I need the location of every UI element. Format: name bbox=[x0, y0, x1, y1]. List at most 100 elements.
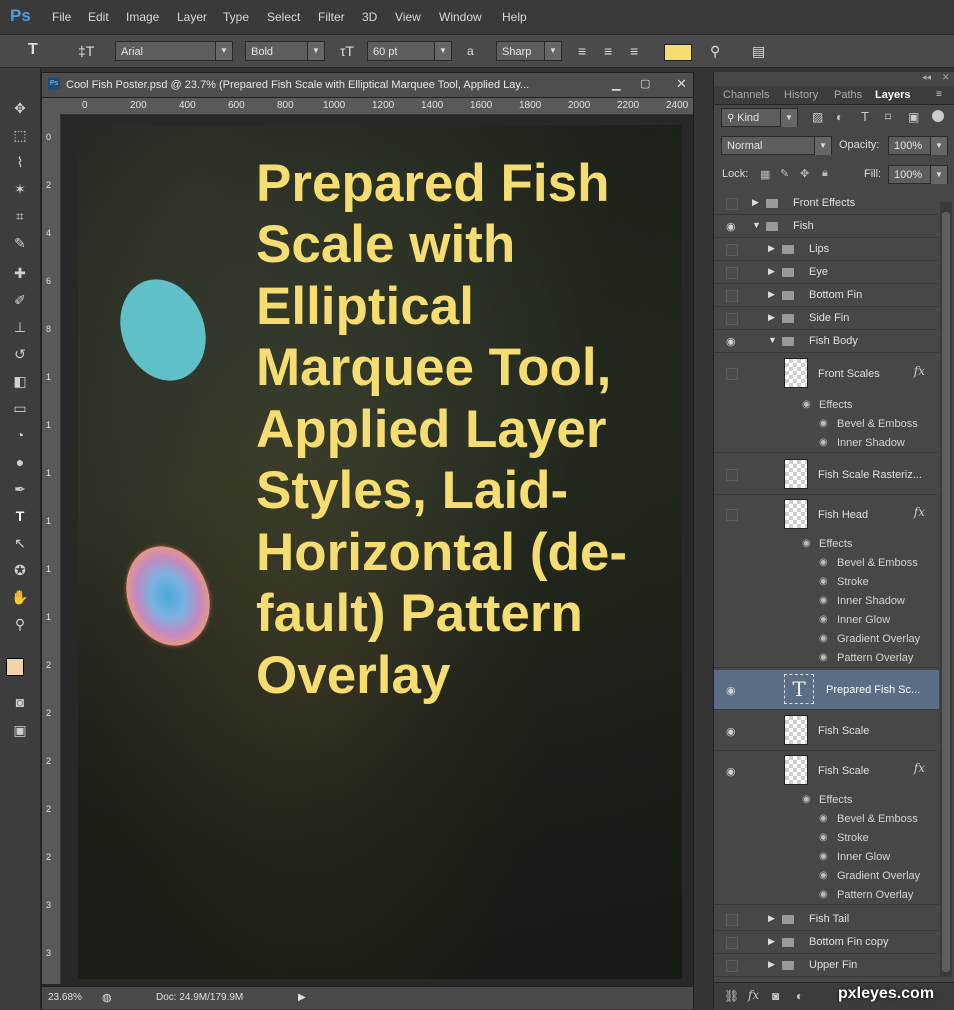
pixel-filter-icon[interactable]: ▨ bbox=[812, 110, 823, 124]
layer-row[interactable]: ▶ Eye bbox=[714, 261, 939, 284]
menu-3d[interactable]: 3D bbox=[362, 10, 377, 24]
effect-row[interactable]: ◉ Stroke bbox=[714, 829, 939, 848]
tab-layers[interactable]: Layers bbox=[875, 89, 910, 101]
eye-icon[interactable]: ◉ bbox=[802, 399, 811, 410]
warp-text-icon[interactable]: ⚲ bbox=[710, 43, 720, 60]
move-tool-icon[interactable]: ✥ bbox=[10, 98, 30, 118]
smart-object-filter-icon[interactable]: ▣ bbox=[908, 110, 919, 124]
canvas[interactable]: Prepared Fish Scale with Elliptical Marq… bbox=[78, 125, 682, 979]
layers-scrollbar-thumb[interactable] bbox=[942, 212, 950, 972]
eye-icon[interactable]: ◉ bbox=[802, 794, 811, 805]
layer-row[interactable]: ▶ Front Effects bbox=[714, 192, 939, 215]
crop-tool-icon[interactable]: ⌗ bbox=[10, 206, 30, 226]
visibility-toggle-off[interactable] bbox=[726, 368, 738, 380]
add-style-icon[interactable]: fx bbox=[748, 988, 759, 1002]
healing-brush-icon[interactable]: ✚ bbox=[10, 263, 30, 283]
close-panel-icon[interactable]: ✕ bbox=[942, 72, 950, 83]
filter-toggle-icon[interactable] bbox=[932, 110, 944, 122]
minimize-icon[interactable]: ▁ bbox=[612, 78, 620, 91]
pen-tool-icon[interactable]: ✒ bbox=[10, 479, 30, 499]
layer-row[interactable]: ◉ ▼ Fish Body bbox=[714, 330, 939, 353]
eye-icon[interactable]: ◉ bbox=[726, 725, 736, 738]
effect-row[interactable]: ◉ Bevel & Emboss bbox=[714, 810, 939, 829]
zoom-level[interactable]: 23.68% bbox=[48, 992, 82, 1003]
antialias-select[interactable]: Sharp ▼ bbox=[496, 41, 562, 61]
visibility-toggle-off[interactable] bbox=[726, 290, 738, 302]
eye-icon[interactable]: ◉ bbox=[819, 889, 828, 900]
expand-arrow-icon[interactable]: ▶ bbox=[752, 197, 759, 208]
fx-icon[interactable]: fx bbox=[914, 761, 925, 775]
effect-row[interactable]: ◉ Inner Glow bbox=[714, 848, 939, 867]
eye-icon[interactable]: ◉ bbox=[819, 652, 828, 663]
font-size-select[interactable]: 60 pt ▼ bbox=[367, 41, 452, 61]
layer-row-selected[interactable]: ◉ T Prepared Fish Sc... bbox=[714, 670, 939, 710]
layer-row[interactable]: ▶ Fish Tail bbox=[714, 908, 939, 931]
eraser-icon[interactable]: ◧ bbox=[10, 371, 30, 391]
character-panel-icon[interactable]: ▤ bbox=[752, 43, 765, 60]
collapse-arrow-icon[interactable]: ▼ bbox=[752, 220, 761, 230]
expand-arrow-icon[interactable]: ▶ bbox=[768, 913, 775, 924]
eye-icon[interactable]: ◉ bbox=[819, 595, 828, 606]
marquee-tool-icon[interactable]: ⬚ bbox=[10, 125, 30, 145]
eye-icon[interactable]: ◉ bbox=[819, 813, 828, 824]
eye-icon[interactable]: ◉ bbox=[726, 335, 736, 348]
shape-filter-icon[interactable]: ⌑ bbox=[885, 110, 891, 124]
panel-menu-icon[interactable]: ≡ bbox=[936, 89, 942, 100]
brush-tool-icon[interactable]: ✐ bbox=[10, 290, 30, 310]
effects-row[interactable]: ◉ Effects bbox=[714, 535, 939, 554]
eye-icon[interactable]: ◉ bbox=[819, 576, 828, 587]
menu-image[interactable]: Image bbox=[126, 10, 159, 24]
restore-icon[interactable]: ▢ bbox=[640, 77, 650, 90]
shape-tool-icon[interactable]: ✪ bbox=[10, 560, 30, 580]
fx-icon[interactable]: fx bbox=[914, 364, 925, 378]
visibility-toggle-off[interactable] bbox=[726, 469, 738, 481]
magic-wand-icon[interactable]: ✶ bbox=[10, 179, 30, 199]
menu-view[interactable]: View bbox=[395, 10, 421, 24]
status-menu-icon[interactable]: ◍ bbox=[102, 991, 112, 1004]
menu-type[interactable]: Type bbox=[223, 10, 249, 24]
layer-row[interactable]: Front Scales fx bbox=[714, 354, 939, 394]
text-orientation-icon[interactable]: ‡T bbox=[78, 43, 94, 59]
layer-row[interactable]: ◉ ▼ Fish bbox=[714, 215, 939, 238]
effect-row[interactable]: ◉ Pattern Overlay bbox=[714, 886, 939, 905]
expand-arrow-icon[interactable]: ▶ bbox=[768, 243, 775, 254]
collapse-arrow-icon[interactable]: ▼ bbox=[768, 335, 777, 345]
layer-row[interactable]: Fish Head fx bbox=[714, 495, 939, 535]
lasso-tool-icon[interactable]: ⌇ bbox=[10, 152, 30, 172]
visibility-toggle-off[interactable] bbox=[726, 914, 738, 926]
layer-row[interactable]: ▶ Upper Fin bbox=[714, 954, 939, 977]
expand-arrow-icon[interactable]: ▶ bbox=[768, 959, 775, 970]
zoom-tool-icon[interactable]: ⚲ bbox=[10, 614, 30, 634]
align-right-icon[interactable]: ≡ bbox=[630, 43, 638, 59]
layer-row[interactable]: ◉ Fish Scale bbox=[714, 711, 939, 751]
close-icon[interactable]: ✕ bbox=[676, 76, 687, 92]
hand-tool-icon[interactable]: ✋ bbox=[10, 587, 30, 607]
history-brush-icon[interactable]: ↺ bbox=[10, 344, 30, 364]
expand-arrow-icon[interactable]: ▶ bbox=[768, 936, 775, 947]
eye-icon[interactable]: ◉ bbox=[726, 765, 736, 778]
visibility-toggle-off[interactable] bbox=[726, 244, 738, 256]
menu-select[interactable]: Select bbox=[267, 10, 300, 24]
opacity-field[interactable]: 100% ▼ bbox=[888, 136, 948, 155]
visibility-toggle-off[interactable] bbox=[726, 509, 738, 521]
effect-row[interactable]: ◉ Gradient Overlay bbox=[714, 867, 939, 886]
eye-icon[interactable]: ◉ bbox=[819, 832, 828, 843]
expand-arrow-icon[interactable]: ▶ bbox=[768, 312, 775, 323]
menu-edit[interactable]: Edit bbox=[88, 10, 109, 24]
fill-field[interactable]: 100% ▼ bbox=[888, 165, 948, 184]
visibility-toggle-off[interactable] bbox=[726, 313, 738, 325]
collapse-panel-icon[interactable]: ◂◂ bbox=[922, 72, 931, 83]
effect-row[interactable]: ◉ Inner Shadow bbox=[714, 434, 939, 453]
tab-channels[interactable]: Channels bbox=[723, 89, 769, 101]
screen-mode-icon[interactable]: ▣ bbox=[10, 720, 30, 740]
lock-pixels-icon[interactable]: ✎ bbox=[780, 167, 789, 180]
fx-icon[interactable]: fx bbox=[914, 505, 925, 519]
effect-row[interactable]: ◉ Gradient Overlay bbox=[714, 630, 939, 649]
text-color-swatch[interactable] bbox=[664, 44, 692, 61]
type-filter-icon[interactable]: T bbox=[861, 109, 869, 124]
dodge-tool-icon[interactable]: ● bbox=[10, 452, 30, 472]
expand-arrow-icon[interactable]: ▶ bbox=[768, 289, 775, 300]
eye-icon[interactable]: ◉ bbox=[819, 870, 828, 881]
layer-row[interactable]: ▶ Bottom Fin copy bbox=[714, 931, 939, 954]
effects-row[interactable]: ◉ Effects bbox=[714, 791, 939, 810]
